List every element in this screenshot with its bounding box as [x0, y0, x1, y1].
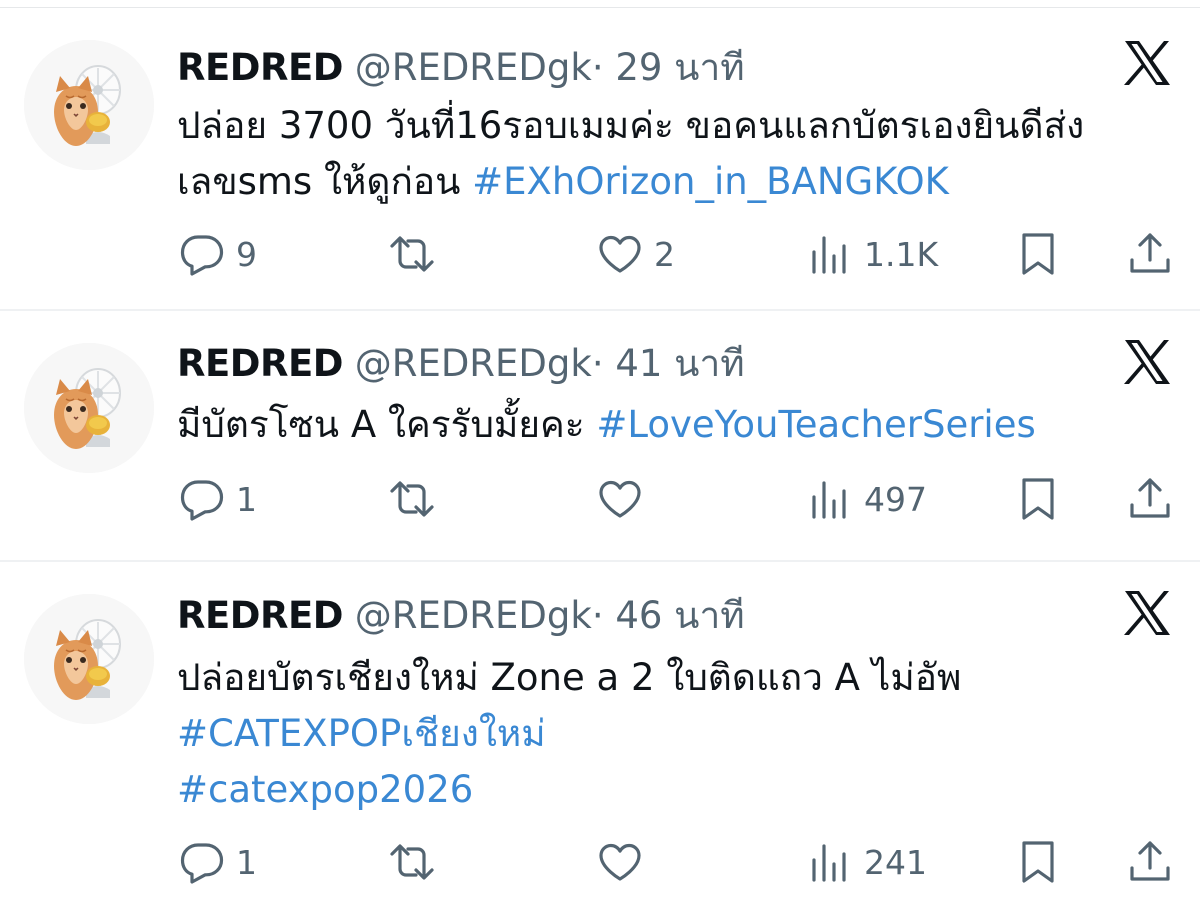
views-button[interactable]: 1.1K [806, 230, 938, 278]
top-divider [0, 0, 1200, 8]
view-count: 497 [864, 479, 927, 519]
tweet-text-line: มีบัตรโซน A ใครรับมั้ยคะ #LoveYouTeacher… [177, 397, 1187, 453]
avatar[interactable] [24, 40, 154, 170]
separator-dot: · [591, 342, 604, 385]
tweet-text: มีบัตรโซน A ใครรับมั้ยคะ #LoveYouTeacher… [177, 397, 1187, 453]
share-button[interactable] [1126, 838, 1174, 886]
views-bar-chart-icon [806, 230, 854, 278]
tweet-text-segment: มีบัตรโซน A ใครรับมั้ยคะ [177, 403, 597, 446]
tweet-text-line: #CATEXPOPเชียงใหม่ [177, 706, 1187, 762]
bookmark-icon [1014, 230, 1062, 278]
x-logo-icon[interactable] [1122, 337, 1172, 387]
views-bar-chart-icon [806, 475, 854, 523]
reply-count: 1 [236, 479, 257, 519]
share-button[interactable] [1126, 230, 1174, 278]
reply-button[interactable]: 1 [178, 475, 257, 523]
hashtag-link[interactable]: #catexpop2026 [177, 768, 473, 811]
like-count: 2 [654, 234, 675, 274]
tweet-header: REDRED @REDREDgk· 41 นาที [177, 342, 745, 386]
reply-bubble-icon [178, 838, 226, 886]
avatar[interactable] [24, 594, 154, 724]
retweet-button[interactable] [388, 230, 446, 278]
bookmark-button[interactable] [1014, 475, 1062, 523]
tweet[interactable]: REDRED @REDREDgk· 41 นาที มีบัตรโซน A ใค… [0, 311, 1200, 562]
tweet-text-line: ปล่อย 3700 วันที่16รอบเมมค่ะ ขอคนแลกบัตร… [177, 98, 1187, 154]
user-handle[interactable]: @REDREDgk [355, 46, 592, 89]
reply-button[interactable]: 1 [178, 838, 257, 886]
like-button[interactable] [596, 838, 654, 886]
bookmark-icon [1014, 838, 1062, 886]
bookmark-button[interactable] [1014, 230, 1062, 278]
tweet-text-line: เลขsms ให้ดูก่อน #EXhOrizon_in_BANGKOK [177, 154, 1187, 210]
reply-button[interactable]: 9 [178, 230, 257, 278]
retweet-button[interactable] [388, 475, 446, 523]
views-bar-chart-icon [806, 838, 854, 886]
like-button[interactable] [596, 475, 654, 523]
views-button[interactable]: 497 [806, 475, 927, 523]
tweet[interactable]: REDRED @REDREDgk· 29 นาที ปล่อย 3700 วัน… [0, 8, 1200, 311]
retweet-icon [388, 230, 436, 278]
hashtag-link[interactable]: #CATEXPOPเชียงใหม่ [177, 712, 546, 755]
timestamp[interactable]: 29 นาที [615, 46, 744, 89]
display-name[interactable]: REDRED [177, 46, 343, 89]
reply-bubble-icon [178, 230, 226, 278]
tweet-text: ปล่อย 3700 วันที่16รอบเมมค่ะ ขอคนแลกบัตร… [177, 98, 1187, 210]
separator-dot: · [591, 594, 604, 637]
tweet-text: ปล่อยบัตรเชียงใหม่ Zone a 2 ใบติดแถว A ไ… [177, 650, 1187, 818]
separator-dot: · [591, 46, 604, 89]
share-upload-icon [1126, 838, 1174, 886]
view-count: 241 [864, 842, 927, 882]
bookmark-button[interactable] [1014, 838, 1062, 886]
tweet-text-segment: เลขsms ให้ดูก่อน [177, 160, 473, 203]
heart-icon [596, 475, 644, 523]
x-logo-icon[interactable] [1122, 38, 1172, 88]
reply-count: 1 [236, 842, 257, 882]
reply-bubble-icon [178, 475, 226, 523]
tweet-header: REDRED @REDREDgk· 46 นาที [177, 594, 745, 638]
hashtag-link[interactable]: #EXhOrizon_in_BANGKOK [472, 160, 949, 203]
avatar[interactable] [24, 343, 154, 473]
views-button[interactable]: 241 [806, 838, 927, 886]
tweet-text-line: #catexpop2026 [177, 762, 1187, 818]
share-button[interactable] [1126, 475, 1174, 523]
timestamp[interactable]: 41 นาที [615, 342, 744, 385]
like-button[interactable]: 2 [596, 230, 675, 278]
hashtag-link[interactable]: #LoveYouTeacherSeries [596, 403, 1035, 446]
user-handle[interactable]: @REDREDgk [355, 342, 592, 385]
display-name[interactable]: REDRED [177, 342, 343, 385]
tweet[interactable]: REDRED @REDREDgk· 46 นาที ปล่อยบัตรเชียง… [0, 562, 1200, 915]
display-name[interactable]: REDRED [177, 594, 343, 637]
tweet-text-line: ปล่อยบัตรเชียงใหม่ Zone a 2 ใบติดแถว A ไ… [177, 650, 1187, 706]
retweet-icon [388, 838, 436, 886]
reply-count: 9 [236, 234, 257, 274]
x-logo-icon[interactable] [1122, 588, 1172, 638]
view-count: 1.1K [864, 234, 939, 274]
heart-icon [596, 838, 644, 886]
user-handle[interactable]: @REDREDgk [355, 594, 592, 637]
heart-icon [596, 230, 644, 278]
timestamp[interactable]: 46 นาที [615, 594, 744, 637]
tweet-text-segment: ปล่อยบัตรเชียงใหม่ Zone a 2 ใบติดแถว A ไ… [177, 656, 962, 699]
retweet-button[interactable] [388, 838, 446, 886]
tweet-text-segment: ปล่อย 3700 วันที่16รอบเมมค่ะ ขอคนแลกบัตร… [177, 104, 1085, 147]
share-upload-icon [1126, 475, 1174, 523]
bookmark-icon [1014, 475, 1062, 523]
share-upload-icon [1126, 230, 1174, 278]
retweet-icon [388, 475, 436, 523]
tweet-header: REDRED @REDREDgk· 29 นาที [177, 46, 745, 90]
